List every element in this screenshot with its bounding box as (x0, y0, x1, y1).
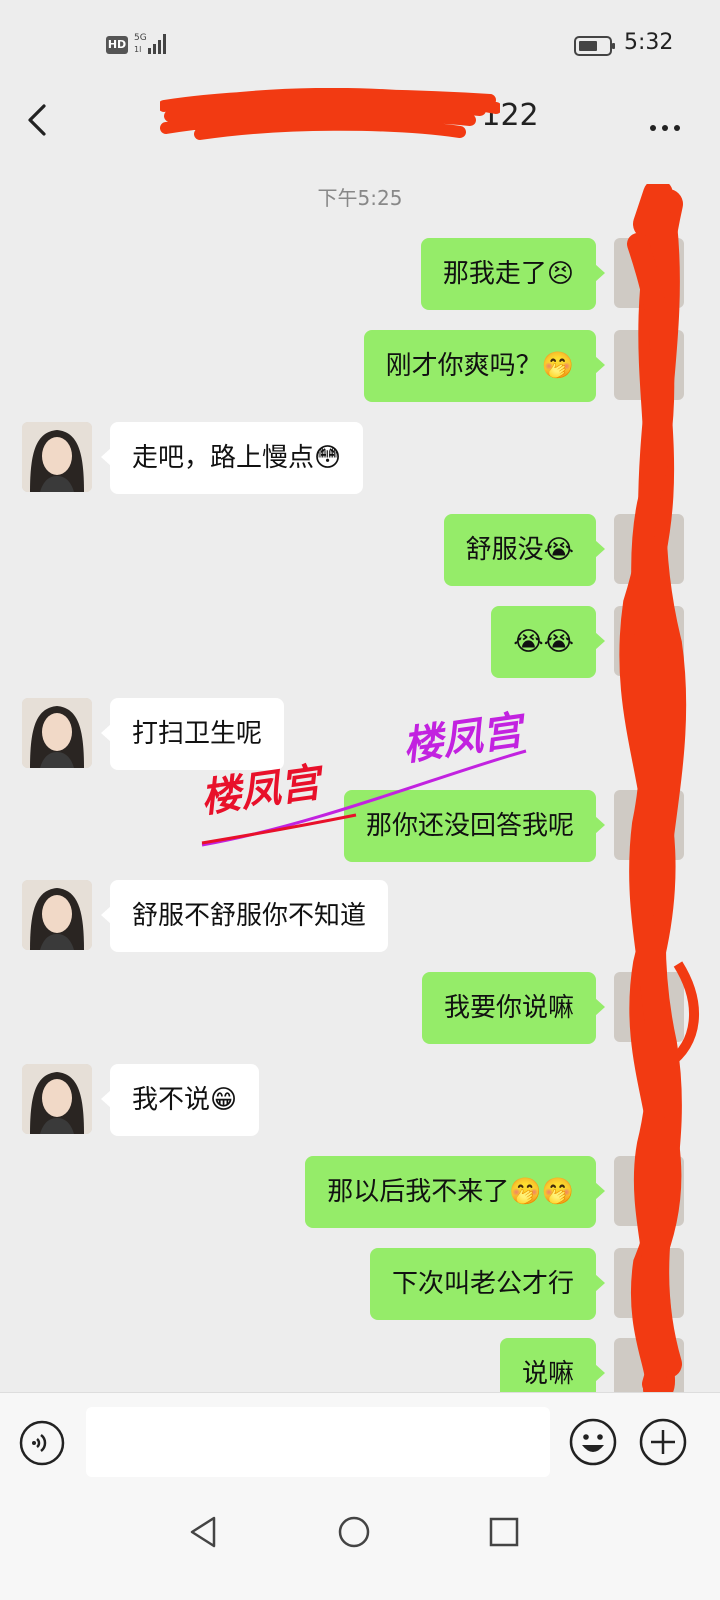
emoji: 🤭 (541, 351, 574, 381)
emoji: 🤭🤭 (509, 1177, 574, 1207)
redaction-scribble (619, 184, 699, 1394)
hd-badge: HD (106, 36, 128, 54)
nav-home-icon[interactable] (334, 1512, 374, 1552)
more-icon[interactable] (650, 116, 686, 135)
emoji: 😣 (546, 259, 574, 289)
battery-icon (574, 36, 615, 56)
input-bar (0, 1392, 720, 1490)
message-bubble[interactable]: 下次叫老公才行 (369, 1248, 606, 1320)
signal-icon: 5G 1l (134, 33, 166, 54)
message-list[interactable]: 下午5:25 那我走了😣 刚才你爽吗？🤭 走吧，路上慢点😳 舒服没😭 😭😭 打扫… (0, 158, 720, 1416)
title-redaction (160, 88, 500, 140)
plus-icon[interactable] (638, 1417, 688, 1467)
message-bubble[interactable]: 😭😭 (491, 606, 605, 678)
nav-recent-icon[interactable] (484, 1512, 524, 1552)
message-bubble[interactable]: 我不说😁 (100, 1064, 260, 1136)
system-nav-bar (0, 1490, 720, 1600)
chat-header: 122 (0, 88, 720, 158)
message-bubble[interactable]: 走吧，路上慢点😳 (100, 422, 364, 494)
message-bubble[interactable]: 舒服没😭 (443, 514, 606, 586)
emoji: 😁 (210, 1085, 238, 1115)
message-bubble[interactable]: 刚才你爽吗？🤭 (363, 330, 606, 402)
message-bubble[interactable]: 那以后我不来了🤭🤭 (305, 1156, 605, 1228)
message-bubble[interactable]: 舒服不舒服你不知道 (100, 880, 389, 952)
message-input[interactable] (86, 1407, 550, 1477)
message-bubble[interactable]: 我要你说嘛 (421, 972, 606, 1044)
nav-back-icon[interactable] (184, 1512, 224, 1552)
clock: 5:32 (624, 30, 674, 55)
emoji: 😭😭 (513, 627, 574, 657)
voice-icon[interactable] (18, 1419, 66, 1467)
emoji: 😭 (543, 535, 574, 565)
status-bar: HD 5G 1l 5:32 (0, 0, 720, 88)
emoji: 😳 (314, 443, 342, 473)
emoji-icon[interactable] (568, 1417, 618, 1467)
message-bubble[interactable]: 那我走了😣 (420, 238, 606, 310)
svg-text:1l: 1l (134, 45, 141, 54)
network-label: 5G (134, 33, 147, 43)
